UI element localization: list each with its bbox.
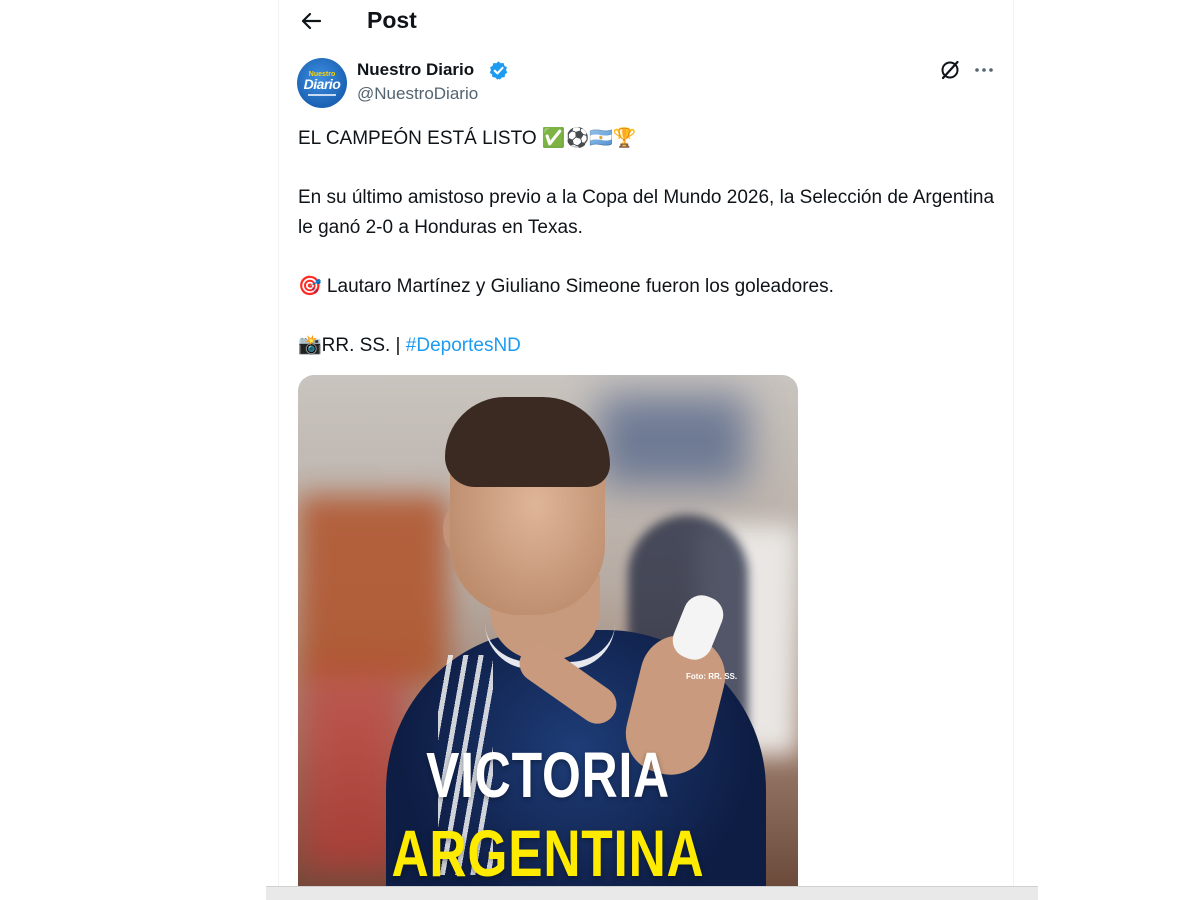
tweet-line-summary: En su último amistoso previo a la Copa d… [298, 187, 995, 238]
author-handle[interactable]: @NuestroDiario [357, 84, 478, 104]
avatar[interactable]: Nuestro Diario [297, 58, 347, 108]
credit-prefix: 📸RR. SS. | [298, 334, 406, 356]
media-bg-orange [298, 495, 448, 685]
tweet-media-image[interactable]: Foto: RR. SS. VICTORIA ARGENTINA [298, 375, 798, 888]
media-headline-victoria: VICTORIA [426, 739, 670, 811]
tweet-text: EL CAMPEÓN ESTÁ LISTO ✅⚽🇦🇷🏆 En su último… [298, 124, 998, 390]
photo-credit: Foto: RR. SS. [686, 672, 738, 681]
grok-icon [941, 60, 959, 80]
more-options-button[interactable] [973, 59, 995, 81]
more-horizontal-icon [975, 68, 993, 72]
tweet-line-credit: 📸RR. SS. | #DeportesND [298, 331, 998, 361]
avatar-underline [308, 94, 336, 96]
hashtag-link[interactable]: #DeportesND [406, 335, 521, 356]
post-column: Post Nuestro Diario Nuestro Diario @Nues… [278, 0, 1014, 888]
verified-badge-icon [489, 61, 508, 80]
grok-button[interactable] [939, 59, 961, 81]
player-hair [445, 397, 610, 487]
tweet-line-scorers: 🎯 Lautaro Martínez y Giuliano Simeone fu… [298, 275, 834, 297]
top-bar: Post [279, 0, 1013, 42]
avatar-word: Diario [303, 76, 341, 92]
arrow-left-icon [301, 12, 322, 30]
page-title: Post [367, 7, 417, 33]
tweet-line-headline: EL CAMPEÓN ESTÁ LISTO ✅⚽🇦🇷🏆 [298, 128, 637, 149]
horizontal-scrollbar[interactable] [266, 886, 1038, 900]
media-bg-crowd [598, 395, 748, 485]
media-headline-argentina: ARGENTINA [391, 816, 705, 888]
back-button[interactable] [299, 10, 323, 32]
tweet-header: Nuestro Diario Nuestro Diario @NuestroDi… [297, 56, 997, 112]
author-name[interactable]: Nuestro Diario [357, 60, 474, 80]
